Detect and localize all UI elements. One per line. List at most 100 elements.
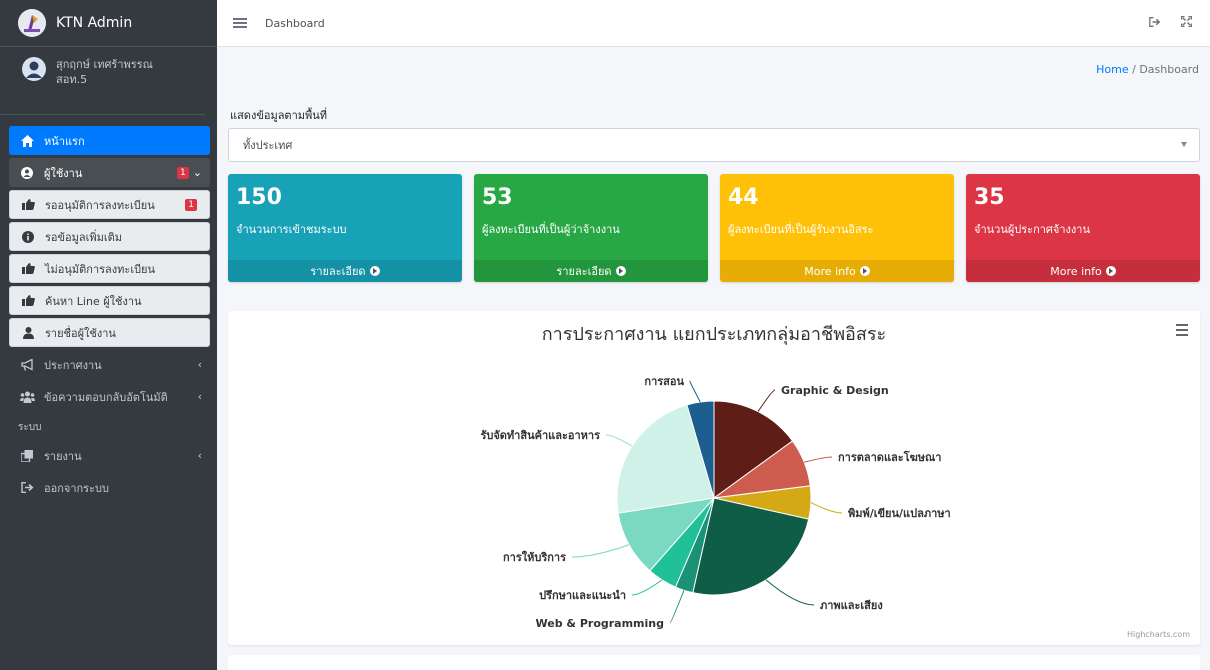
pie-connector <box>571 544 630 558</box>
pie-connector <box>765 579 815 606</box>
stat-more-label: รายละเอียด <box>310 265 366 278</box>
chevron-left-icon: ‹ <box>197 390 202 403</box>
sidebar-item-pending-approval[interactable]: รออนุมัติการลงทะเบียน 1 <box>9 190 210 219</box>
sidebar-item-job-posting[interactable]: ประกาศงาน ‹ <box>9 350 210 379</box>
stat-more-link[interactable]: รายละเอียด <box>474 260 708 282</box>
sidebar-nav: หน้าแรก ผู้ใช้งาน 1 ⌄ รออนุมัติการลงทะเบ… <box>0 126 217 502</box>
sidebar: KTN Admin สุกฤกษ์ เทศร้าพรรณ สอท.5 หน้าแ… <box>0 0 217 670</box>
pie-connector <box>757 389 776 412</box>
chevron-left-icon: ‹ <box>197 358 202 371</box>
caret-down-icon <box>1181 142 1187 147</box>
sidebar-item-label: รอข้อมูลเพิ่มเติม <box>45 230 123 244</box>
thumbs-up-icon <box>19 295 37 306</box>
sidebar-item-home[interactable]: หน้าแรก <box>9 126 210 155</box>
brand-logo-icon <box>18 9 46 37</box>
brand[interactable]: KTN Admin <box>0 0 217 47</box>
pie-label: รับจัดทำสินค้าและอาหาร <box>480 429 600 442</box>
pie-label: ปรึกษาและแนะนำ <box>539 589 626 602</box>
sidebar-item-label: หน้าแรก <box>44 134 85 148</box>
topbar: Dashboard <box>217 0 1210 47</box>
sidebar-item-reports[interactable]: รายงาน ‹ <box>9 441 210 470</box>
bullhorn-icon <box>18 358 36 371</box>
area-filter-value: ทั้งประเทศ <box>243 139 293 152</box>
sidebar-item-rejected[interactable]: ไม่อนุมัติการลงทะเบียน <box>9 254 210 283</box>
sidebar-item-logout[interactable]: ออกจากระบบ <box>9 473 210 502</box>
pie-label: พิมพ์/เขียน/แปลภาษา <box>848 507 951 520</box>
area-filter-select[interactable]: ทั้งประเทศ <box>228 128 1200 162</box>
thumbs-up-icon <box>19 199 37 210</box>
pie-label: ภาพและเสียง <box>820 599 883 612</box>
user-org: สอท.5 <box>56 73 88 86</box>
pie-connector <box>810 502 843 514</box>
pie-label: การตลาดและโฆษณา <box>838 450 941 464</box>
sidebar-item-line-search[interactable]: ค้นหา Line ผู้ใช้งาน <box>9 286 210 315</box>
user-circle-icon <box>18 166 36 179</box>
stat-value: 53 <box>482 185 513 210</box>
user-name: สุกฤกษ์ เทศร้าพรรณ <box>56 58 153 71</box>
sidebar-item-label: รออนุมัติการลงทะเบียน <box>45 198 155 212</box>
pie-connector <box>689 380 701 403</box>
stat-more-link[interactable]: More info <box>720 260 954 282</box>
chart-credits: Highcharts.com <box>1127 630 1190 639</box>
sidebar-item-label: รายชื่อผู้ใช้งาน <box>45 326 116 340</box>
arrow-circle-right-icon <box>369 266 380 276</box>
pie-connector <box>669 590 685 624</box>
sidebar-item-label: ผู้ใช้งาน <box>44 166 83 180</box>
stat-more-link[interactable]: รายละเอียด <box>228 260 462 282</box>
fullscreen-icon[interactable] <box>1180 15 1193 30</box>
arrow-circle-right-icon <box>615 266 626 276</box>
sidebar-item-more-info[interactable]: รอข้อมูลเพิ่มเติม <box>9 222 210 251</box>
nav-section-header: ระบบ <box>18 422 42 433</box>
sign-out-icon <box>18 482 36 493</box>
pie-label: Graphic & Design <box>781 384 889 397</box>
users-icon <box>18 391 36 403</box>
stat-more-link[interactable]: More info <box>966 260 1200 282</box>
sidebar-item-label: ค้นหา Line ผู้ใช้งาน <box>45 294 142 308</box>
user-panel[interactable]: สุกฤกษ์ เทศร้าพรรณ สอท.5 <box>0 47 205 115</box>
stat-value: 44 <box>728 185 759 210</box>
sidebar-item-label: ข้อความตอบกลับอัตโนมัติ <box>44 390 168 404</box>
stat-box-visits: 150 จำนวนการเข้าชมระบบ รายละเอียด <box>228 174 462 282</box>
info-icon <box>19 230 37 243</box>
sidebar-item-label: รายงาน <box>44 449 82 463</box>
chevron-left-icon: ‹ <box>197 449 202 462</box>
stat-boxes: 150 จำนวนการเข้าชมระบบ รายละเอียด 53 ผู้… <box>228 174 1200 282</box>
sidebar-item-label: ออกจากระบบ <box>44 481 109 495</box>
sidebar-item-user-list[interactable]: รายชื่อผู้ใช้งาน <box>9 318 210 347</box>
sidebar-item-auto-reply[interactable]: ข้อความตอบกลับอัตโนมัติ ‹ <box>9 382 210 411</box>
second-chart-card <box>228 655 1200 670</box>
area-filter-label: แสดงข้อมูลตามพื้นที่ <box>230 109 328 122</box>
sidebar-item-users[interactable]: ผู้ใช้งาน 1 ⌄ <box>9 158 210 187</box>
home-icon <box>18 134 36 147</box>
breadcrumb-current: Dashboard <box>1139 63 1199 76</box>
breadcrumb-separator: / <box>1132 63 1136 76</box>
notification-badge: 1 <box>177 166 189 179</box>
sign-out-icon[interactable] <box>1149 16 1161 30</box>
pie-chart-card: การประกาศงาน แยกประเภทกลุ่มอาชีพอิสระ Gr… <box>228 311 1200 645</box>
stat-label: ผู้ลงทะเบียนที่เป็นผู้รับงานอิสระ <box>728 223 874 236</box>
stat-more-label: รายละเอียด <box>556 265 612 278</box>
stat-more-label: More info <box>1050 264 1102 278</box>
clone-icon <box>18 449 36 462</box>
breadcrumb: Home / Dashboard <box>1096 63 1199 76</box>
pie-chart: Graphic & Design การตลาดและโฆษณาพิมพ์/เขี… <box>480 375 951 630</box>
menu-toggle-icon[interactable] <box>233 16 247 30</box>
chevron-down-icon: ⌄ <box>192 166 202 179</box>
user-icon <box>19 326 37 339</box>
sidebar-item-label: ไม่อนุมัติการลงทะเบียน <box>45 262 156 276</box>
notification-badge: 1 <box>185 198 197 211</box>
stat-box-employers: 53 ผู้ลงทะเบียนที่เป็นผู้ว่าจ้างงาน รายล… <box>474 174 708 282</box>
pie-connector <box>804 456 833 463</box>
stat-label: จำนวนผู้ประกาศจ้างงาน <box>974 223 1090 236</box>
avatar <box>22 57 46 81</box>
stat-value: 35 <box>974 185 1005 210</box>
stat-more-label: More info <box>804 264 856 278</box>
pie-label: การสอน <box>644 375 684 388</box>
topbar-dashboard-link[interactable]: Dashboard <box>265 17 325 30</box>
pie-label: Web & Programming <box>536 617 665 630</box>
stat-box-job-posters: 35 จำนวนผู้ประกาศจ้างงาน More info <box>966 174 1200 282</box>
stat-value: 150 <box>236 185 282 210</box>
sidebar-item-label: ประกาศงาน <box>44 358 102 372</box>
breadcrumb-home-link[interactable]: Home <box>1096 63 1128 76</box>
brand-name: KTN Admin <box>56 15 133 31</box>
